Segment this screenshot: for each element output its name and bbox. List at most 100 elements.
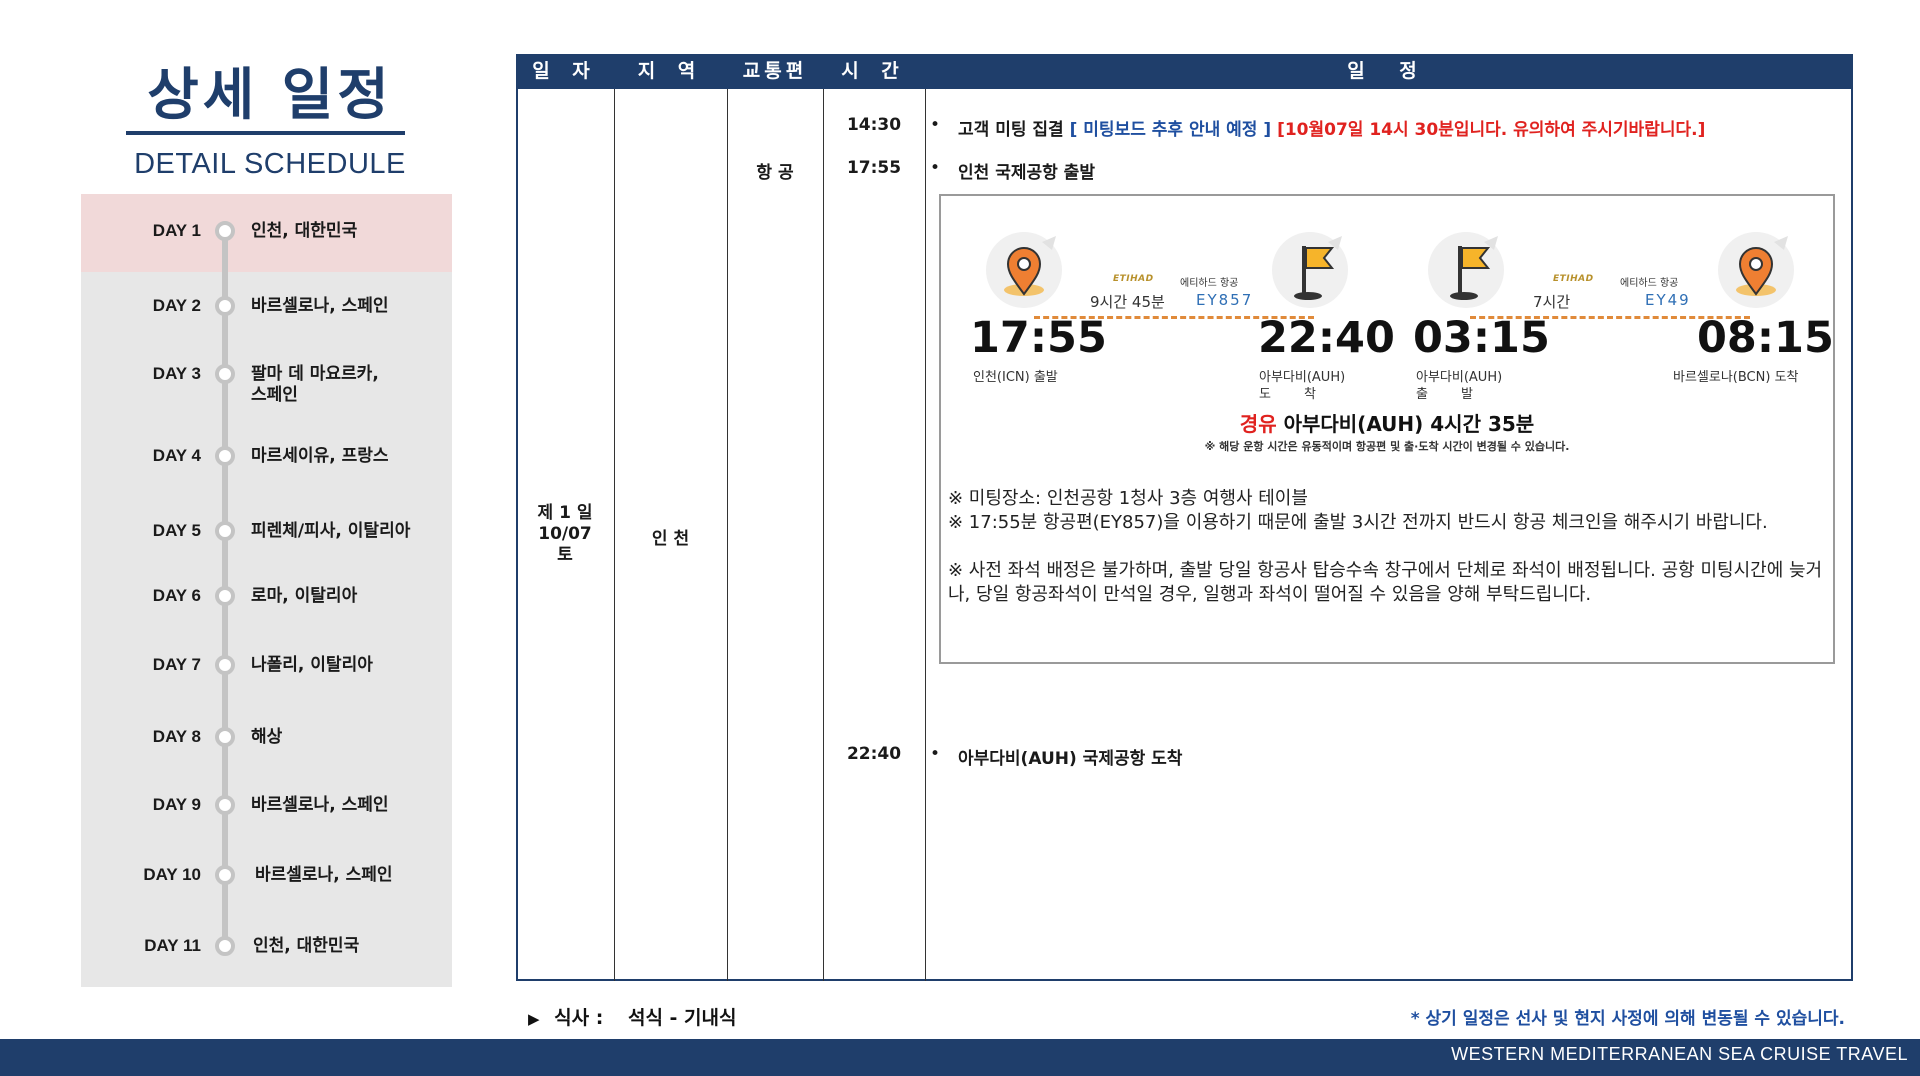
- flight-number: EY857: [1196, 291, 1254, 309]
- day-place: 바르셀로나, 스페인: [251, 296, 389, 316]
- day-item-10[interactable]: DAY 10 바르셀로나, 스페인: [81, 865, 452, 915]
- departure-time: 03:15: [1413, 313, 1550, 363]
- day-date: 10/07: [538, 524, 592, 544]
- timeline-dot-icon: [215, 586, 235, 606]
- flight-duration: 7시간: [1533, 293, 1571, 311]
- header-transport: 교통편: [742, 60, 808, 82]
- day-place: 팔마 데 마요르카, 스페인: [251, 364, 379, 405]
- meal-label: 식사 :: [554, 1007, 604, 1029]
- transit-note: ※ 해당 운항 시간은 유동적이며 항공편 및 출·도착 시간이 변경될 수 있…: [1204, 440, 1570, 453]
- bullet: •: [930, 115, 941, 135]
- day-place: 인천, 대한민국: [251, 221, 358, 241]
- day-place: 바르셀로나, 스페인: [251, 795, 389, 815]
- arrival-label: 도 착: [1259, 387, 1316, 402]
- column-divider: [823, 89, 824, 981]
- time-cell: 17:55: [846, 158, 902, 178]
- etihad-logo: ETIHAD: [1553, 274, 1594, 284]
- day-place: 바르셀로나, 스페인: [255, 865, 393, 885]
- day-item-9[interactable]: DAY 9 바르셀로나, 스페인: [81, 795, 452, 845]
- day-label: DAY 11: [144, 936, 201, 955]
- day-label: DAY 8: [152, 727, 201, 746]
- page-title: 상세 일정: [147, 63, 393, 128]
- day-item-1[interactable]: DAY 1 인천, 대한민국: [81, 221, 452, 271]
- arrival-time: 08:15: [1697, 313, 1834, 363]
- schedule-item: 고객 미팅 집결 [ 미팅보드 추후 안내 예정 ] [10월07일 14시 3…: [958, 115, 1705, 140]
- day-label: DAY 2: [152, 296, 201, 315]
- airline-name: 에티하드 항공: [1180, 278, 1239, 289]
- triangle-right-icon: ▶: [528, 1010, 540, 1028]
- schedule-item: 인천 국제공항 출발: [958, 163, 1095, 183]
- transport-cell: 항 공: [756, 163, 794, 183]
- timeline-dot-icon: [215, 865, 235, 885]
- day-label: DAY 6: [152, 586, 201, 605]
- flight-number: EY49: [1645, 291, 1691, 309]
- day-place: 로마, 이탈리아: [251, 586, 358, 606]
- day-item-8[interactable]: DAY 8 해상: [81, 727, 452, 777]
- day-place: 피렌체/피사, 이탈리아: [251, 521, 411, 541]
- day-number: 제 1 일: [537, 503, 593, 523]
- flag-icon: [1424, 228, 1508, 312]
- day-item-3[interactable]: DAY 3 팔마 데 마요르카, 스페인: [81, 364, 452, 414]
- disclaimer-note: * 상기 일정은 선사 및 현지 사정에 의해 변동될 수 있습니다.: [1410, 1009, 1845, 1029]
- map-pin-icon: [1716, 228, 1800, 312]
- day-item-6[interactable]: DAY 6 로마, 이탈리아: [81, 586, 452, 636]
- day-item-5[interactable]: DAY 5 피렌체/피사, 이탈리아: [81, 521, 452, 571]
- day-item-4[interactable]: DAY 4 마르세이유, 프랑스: [81, 446, 452, 496]
- timeline-dot-icon: [215, 795, 235, 815]
- timeline-dot-icon: [215, 221, 235, 241]
- header-schedule: 일 정: [1347, 60, 1431, 82]
- timeline-dot-icon: [215, 364, 235, 384]
- day-item-7[interactable]: DAY 7 나폴리, 이탈리아: [81, 655, 452, 705]
- timeline-dot-icon: [215, 521, 235, 541]
- timeline-dot-icon: [215, 296, 235, 316]
- title-divider: [126, 131, 405, 135]
- airline-name: 에티하드 항공: [1620, 278, 1679, 289]
- schedule-item: 아부다비(AUH) 국제공항 도착: [958, 749, 1183, 769]
- day-label: DAY 9: [152, 795, 201, 814]
- day-label: DAY 10: [143, 865, 201, 884]
- timeline-dot-icon: [215, 446, 235, 466]
- day-item-2[interactable]: DAY 2 바르셀로나, 스페인: [81, 296, 452, 346]
- meal-info: ▶ 식사 : 석식 - 기내식: [528, 1003, 737, 1030]
- schedule-note-red: [10월07일 14시 30분입니다. 유의하여 주시기바랍니다.]: [1277, 120, 1706, 140]
- timeline-dot-icon: [215, 727, 235, 747]
- etihad-logo: ETIHAD: [1113, 274, 1154, 284]
- timeline-dot-icon: [215, 936, 235, 956]
- checkin-note: ※ 17:55분 항공편(EY857)을 이용하기 때문에 출발 3시간 전까지…: [948, 512, 1768, 533]
- time-cell: 14:30: [846, 115, 902, 135]
- day-label: DAY 3: [152, 364, 201, 383]
- meal-value: 석식 - 기내식: [627, 1007, 737, 1029]
- day-label: DAY 4: [152, 446, 201, 465]
- region-cell: 인 천: [651, 529, 690, 549]
- bullet: •: [930, 158, 941, 178]
- day-label: DAY 1: [152, 221, 201, 240]
- day-place: 나폴리, 이탈리아: [251, 655, 373, 675]
- arrival-label: 바르셀로나(BCN) 도착: [1673, 370, 1799, 385]
- transit-word: 경유: [1239, 412, 1277, 436]
- column-divider: [727, 89, 728, 981]
- day-cell: 제 1 일 10/07 토: [516, 503, 614, 566]
- day-weekday: 토: [557, 545, 573, 565]
- day-place: 인천, 대한민국: [253, 936, 360, 956]
- transit-text: 아부다비(AUH) 4시간 35분: [1283, 412, 1535, 436]
- departure-label: 출 발: [1416, 387, 1473, 402]
- flag-icon: [1268, 228, 1352, 312]
- schedule-text: 고객 미팅 집결: [958, 120, 1064, 140]
- day-item-11[interactable]: DAY 11 인천, 대한민국: [81, 936, 452, 986]
- timeline-dot-icon: [215, 655, 235, 675]
- day-label: DAY 5: [152, 521, 201, 540]
- transit-info: 경유 아부다비(AUH) 4시간 35분: [939, 408, 1835, 437]
- time-cell: 22:40: [846, 744, 902, 764]
- header-time: 시 간: [841, 60, 907, 82]
- bullet: •: [930, 744, 941, 764]
- day-label: DAY 7: [152, 655, 201, 674]
- header-date: 일 자: [532, 60, 598, 82]
- page-subtitle: DETAIL SCHEDULE: [134, 148, 406, 180]
- column-divider: [925, 89, 926, 981]
- meeting-place-note: ※ 미팅장소: 인천공항 1청사 3층 여행사 테이블: [948, 488, 1308, 509]
- day-place: 해상: [251, 727, 283, 747]
- map-pin-icon: [984, 228, 1068, 312]
- departure-time: 17:55: [970, 313, 1107, 363]
- arrival-time: 22:40: [1258, 313, 1395, 363]
- flight-duration: 9시간 45분: [1090, 293, 1165, 311]
